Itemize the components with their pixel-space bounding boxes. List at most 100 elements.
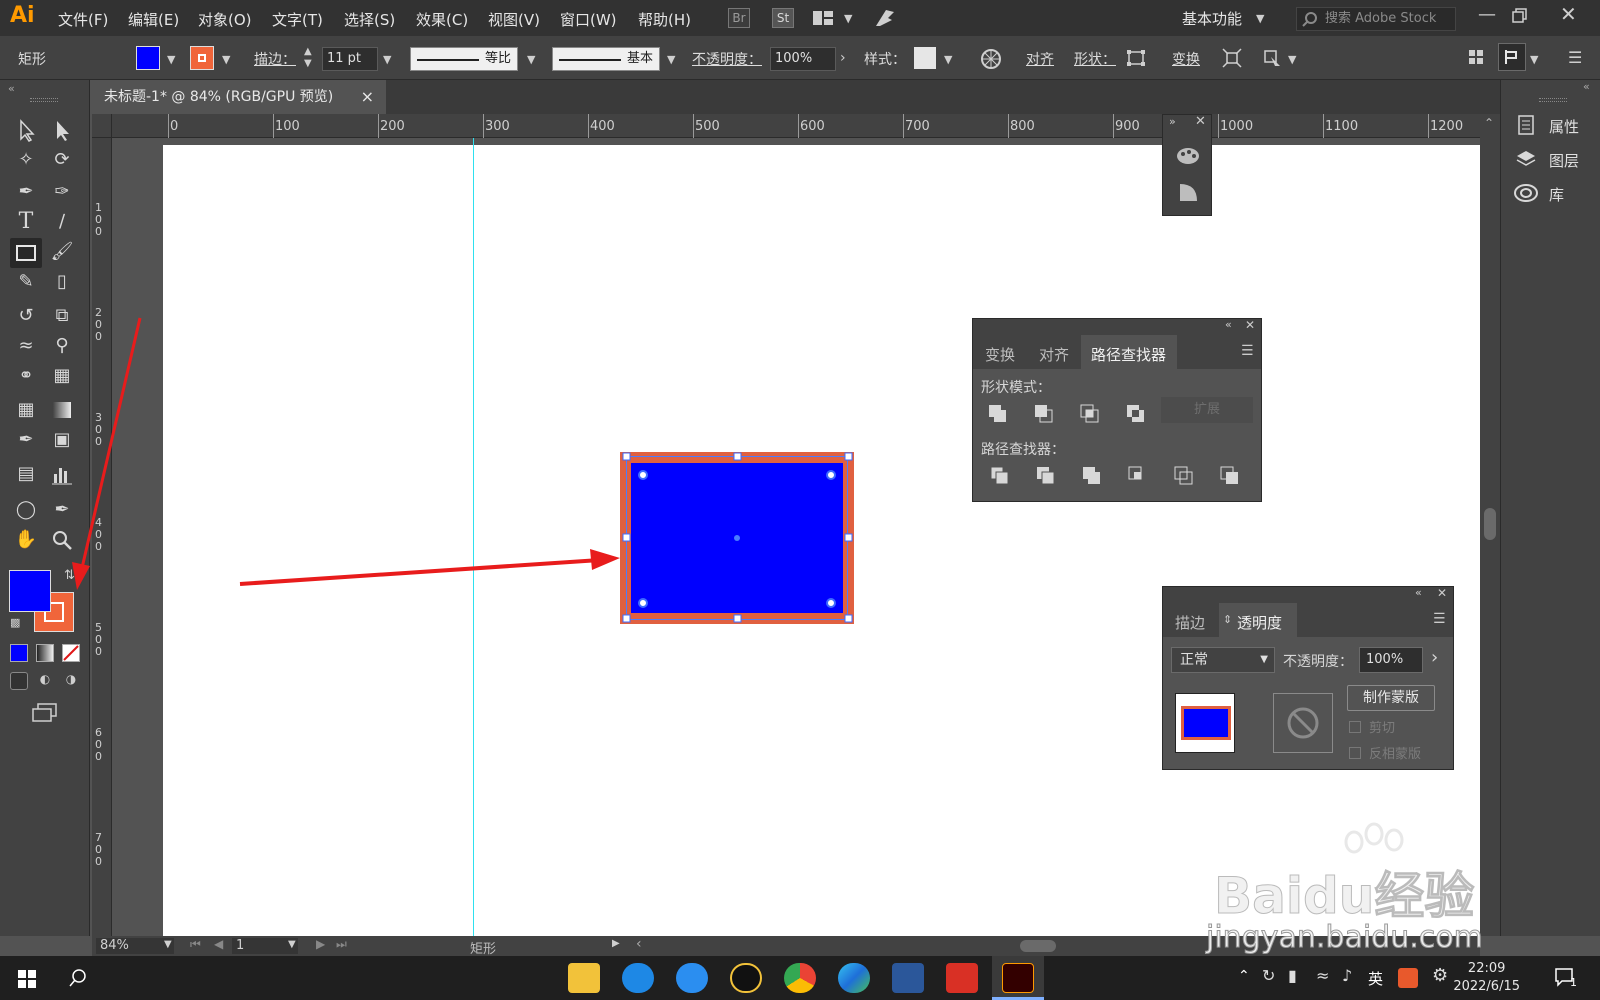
document-tab[interactable]: 未标题-1* @ 84% (RGB/GPU 预览) × bbox=[94, 80, 386, 114]
libraries-icon[interactable] bbox=[1513, 182, 1539, 204]
stroke-swatch[interactable] bbox=[190, 46, 214, 70]
object-thumbnail[interactable] bbox=[1175, 693, 1235, 753]
search-stock-input[interactable]: 搜索 Adobe Stock bbox=[1296, 7, 1456, 31]
tab-transparency[interactable]: 透明度 bbox=[1237, 612, 1282, 633]
menu-object[interactable]: 对象(O) bbox=[198, 9, 252, 30]
close-panel-icon[interactable]: ✕ bbox=[1437, 586, 1447, 600]
properties-toggle-icon[interactable] bbox=[1498, 43, 1526, 71]
close-document-icon[interactable]: × bbox=[361, 80, 374, 114]
draw-behind-icon[interactable]: ◐ bbox=[36, 672, 54, 690]
chevron-down-icon[interactable]: ▼ bbox=[383, 53, 391, 66]
none-mode-icon[interactable] bbox=[62, 644, 80, 662]
pathfinder-panel-header[interactable]: « ✕ bbox=[973, 318, 1261, 335]
opacity-input[interactable]: 100% bbox=[770, 47, 836, 71]
eyedropper-tool-icon[interactable]: ✒ bbox=[12, 426, 40, 454]
scroll-left-icon[interactable]: ‹ bbox=[636, 936, 642, 952]
collapse-dock-icon[interactable]: « bbox=[1583, 80, 1590, 93]
chevron-down-icon[interactable]: ▼ bbox=[527, 53, 535, 66]
recolor-artwork-icon[interactable] bbox=[980, 48, 1002, 70]
close-panel-icon[interactable]: ✕ bbox=[1245, 318, 1255, 332]
magic-wand-tool-icon[interactable]: ✧ bbox=[12, 146, 40, 174]
close-window-button[interactable]: ✕ bbox=[1560, 2, 1577, 26]
dock-libraries-label[interactable]: 库 bbox=[1549, 184, 1564, 205]
line-tool-icon[interactable]: ∕ bbox=[48, 208, 76, 236]
menu-file[interactable]: 文件(F) bbox=[58, 9, 108, 30]
menu-effect[interactable]: 效果(C) bbox=[416, 9, 468, 30]
zoom-level-input[interactable]: 84% bbox=[96, 938, 174, 954]
ruler-origin[interactable] bbox=[92, 114, 112, 138]
menu-window[interactable]: 窗口(W) bbox=[560, 9, 617, 30]
sogou-icon[interactable] bbox=[1398, 968, 1418, 988]
mask-thumbnail[interactable] bbox=[1273, 693, 1333, 753]
last-artboard-icon[interactable]: ⏭ bbox=[336, 937, 347, 952]
chevron-down-icon[interactable]: ▼ bbox=[667, 53, 675, 66]
restore-button[interactable] bbox=[1512, 8, 1528, 24]
illustrator-icon[interactable] bbox=[1002, 963, 1034, 993]
tab-options-icon[interactable]: ⇕ bbox=[1223, 613, 1232, 626]
lasso-tool-icon[interactable]: ⟳ bbox=[48, 146, 76, 174]
word-icon[interactable] bbox=[892, 963, 924, 993]
toolbar-grip[interactable] bbox=[30, 98, 58, 102]
selection-tool-icon[interactable] bbox=[12, 116, 40, 144]
screen-mode-icon[interactable] bbox=[30, 702, 60, 724]
invert-mask-checkbox[interactable] bbox=[1349, 747, 1361, 759]
collapse-panel-icon[interactable]: « bbox=[1225, 318, 1232, 331]
shape-mode-buttons[interactable] bbox=[987, 403, 1157, 427]
rotate-tool-icon[interactable]: ↺ bbox=[12, 302, 40, 330]
grid-panel-icon[interactable] bbox=[1468, 49, 1484, 65]
transparency-panel-header[interactable]: « ✕ bbox=[1163, 586, 1453, 603]
dock-properties-label[interactable]: 属性 bbox=[1549, 116, 1579, 137]
ime-indicator[interactable]: 英 bbox=[1368, 968, 1383, 989]
dock-layers-label[interactable]: 图层 bbox=[1549, 150, 1579, 171]
symbol-sprayer-tool-icon[interactable]: ▤ bbox=[12, 460, 40, 488]
selection-options-icon[interactable] bbox=[1262, 48, 1282, 68]
isolate-icon[interactable] bbox=[1222, 48, 1242, 68]
draw-inside-icon[interactable]: ◑ bbox=[62, 672, 80, 690]
opacity-label[interactable]: 不透明度： bbox=[692, 49, 762, 69]
stock-button[interactable]: St bbox=[772, 8, 794, 28]
artboard-tool-icon[interactable]: ◯ bbox=[12, 496, 40, 524]
transparency-opacity-input[interactable]: 100% bbox=[1359, 647, 1423, 673]
chevron-right-icon[interactable]: › bbox=[840, 50, 846, 66]
windows-start-icon[interactable] bbox=[18, 970, 36, 988]
system-clock[interactable]: 22:09 2022/6/15 bbox=[1453, 960, 1520, 996]
chevron-down-icon[interactable]: ▼ bbox=[1288, 53, 1296, 66]
first-artboard-icon[interactable]: ⏮ bbox=[190, 937, 201, 952]
menu-select[interactable]: 选择(S) bbox=[344, 9, 395, 30]
dock-grip[interactable] bbox=[1539, 98, 1567, 102]
type-tool-icon[interactable]: T bbox=[12, 208, 40, 236]
search-icon[interactable] bbox=[68, 968, 88, 988]
settings-gear-icon[interactable]: ⚙ bbox=[1432, 965, 1448, 986]
stroke-label[interactable]: 描边： bbox=[254, 49, 296, 69]
shape-link[interactable]: 形状： bbox=[1074, 49, 1116, 69]
direct-selection-tool-icon[interactable] bbox=[48, 116, 76, 144]
menu-view[interactable]: 视图(V) bbox=[488, 9, 540, 30]
pathfinder-buttons[interactable] bbox=[989, 465, 1259, 489]
draw-normal-icon[interactable] bbox=[10, 672, 28, 690]
collapse-toolbar-icon[interactable]: « bbox=[8, 82, 15, 95]
volume-icon[interactable]: ♪ bbox=[1342, 966, 1352, 985]
gradient-panel-icon[interactable] bbox=[1177, 181, 1199, 203]
gpu-performance-icon[interactable] bbox=[874, 8, 896, 28]
shape-bounds-icon[interactable] bbox=[1126, 49, 1146, 67]
transform-link[interactable]: 变换 bbox=[1172, 49, 1200, 69]
chevron-down-icon[interactable]: ▼ bbox=[944, 53, 952, 66]
eraser-tool-icon[interactable]: ▯ bbox=[48, 268, 76, 296]
stroke-stepper-icon[interactable]: ▲ ▼ bbox=[304, 46, 312, 70]
brush-definition[interactable]: 基本 bbox=[552, 47, 660, 71]
close-mini-panel-icon[interactable]: ✕ bbox=[1195, 114, 1206, 129]
selection-handles[interactable] bbox=[600, 440, 880, 640]
layers-icon[interactable] bbox=[1515, 148, 1537, 170]
expand-panel-icon[interactable]: » bbox=[1169, 115, 1176, 128]
make-mask-button[interactable]: 制作蒙版 bbox=[1347, 685, 1435, 711]
graphic-style-swatch[interactable] bbox=[914, 47, 936, 69]
sync-icon[interactable]: ↻ bbox=[1262, 966, 1275, 985]
width-tool-icon[interactable]: ≈ bbox=[12, 332, 40, 360]
chevron-down-icon[interactable]: ▼ bbox=[1530, 53, 1538, 66]
tray-expand-icon[interactable]: ⌃ bbox=[1238, 968, 1250, 984]
blend-mode-select[interactable]: 正常 ▼ bbox=[1171, 647, 1275, 673]
qq-icon[interactable] bbox=[730, 963, 762, 993]
collapse-panel-icon[interactable]: « bbox=[1415, 586, 1422, 599]
menu-edit[interactable]: 编辑(E) bbox=[128, 9, 179, 30]
chevron-down-icon[interactable]: ▼ bbox=[222, 53, 230, 66]
